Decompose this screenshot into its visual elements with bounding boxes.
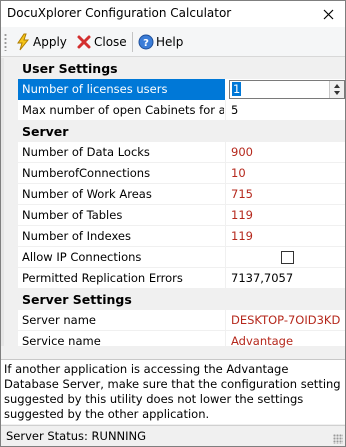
close-button-label: Close bbox=[94, 35, 127, 49]
category-user-settings[interactable]: User Settings bbox=[4, 58, 345, 79]
config-calculator-window: DocuXplorer Configuration Calculator App… bbox=[0, 0, 346, 447]
property-name: Service name bbox=[22, 334, 101, 348]
property-name: Number of Work Areas bbox=[22, 187, 152, 201]
help-button-label: Help bbox=[156, 35, 184, 49]
property-row-connections[interactable]: NumberofConnections 10 bbox=[4, 163, 345, 184]
svg-text:?: ? bbox=[143, 38, 149, 49]
property-name: Number of Data Locks bbox=[22, 145, 150, 159]
property-value[interactable]: 119 bbox=[231, 208, 345, 222]
property-name: Number of Tables bbox=[22, 208, 123, 222]
server-status-text: Server Status: RUNNING bbox=[6, 429, 147, 443]
apply-button-label: Apply bbox=[33, 35, 67, 49]
property-name: Permitted Replication Errors bbox=[22, 271, 183, 285]
property-row-replication-errors[interactable]: Permitted Replication Errors 7137,7057 bbox=[4, 268, 345, 289]
property-row-indexes[interactable]: Number of Indexes 119 bbox=[4, 226, 345, 247]
property-value[interactable]: 7137,7057 bbox=[231, 271, 345, 285]
spin-down-icon[interactable] bbox=[334, 91, 340, 95]
close-button[interactable]: Close bbox=[76, 31, 127, 53]
property-value[interactable]: Advantage bbox=[231, 334, 345, 348]
property-value[interactable]: 5 bbox=[231, 103, 345, 117]
category-server-settings[interactable]: Server Settings bbox=[4, 289, 345, 310]
status-bar: Server Status: RUNNING bbox=[1, 425, 345, 446]
property-grid: User Settings Number of licenses users 1… bbox=[1, 58, 345, 352]
description-panel: If another application is accessing the … bbox=[1, 359, 345, 424]
help-circle-icon: ? bbox=[138, 34, 154, 50]
property-row-licenses[interactable]: Number of licenses users 1 bbox=[4, 79, 345, 100]
property-name: Max number of open Cabinets for a user bbox=[22, 103, 224, 117]
property-value[interactable]: 900 bbox=[231, 145, 345, 159]
property-row-cabinets[interactable]: Max number of open Cabinets for a user 5 bbox=[4, 100, 345, 121]
property-row-work-areas[interactable]: Number of Work Areas 715 bbox=[4, 184, 345, 205]
property-name: Server name bbox=[22, 313, 96, 327]
property-value[interactable]: DESKTOP-7OID3KD bbox=[231, 313, 345, 327]
property-name: NumberofConnections bbox=[22, 166, 151, 180]
category-server[interactable]: Server bbox=[4, 121, 345, 142]
property-row-service-name[interactable]: Service name Advantage bbox=[4, 331, 345, 352]
property-value[interactable]: 119 bbox=[231, 229, 345, 243]
toolbar-separator bbox=[132, 32, 133, 52]
window-close-button[interactable] bbox=[311, 1, 345, 27]
help-button[interactable]: ? Help bbox=[138, 31, 183, 53]
property-value[interactable]: 10 bbox=[231, 166, 345, 180]
category-title: Server bbox=[22, 124, 69, 139]
property-name: Allow IP Connections bbox=[22, 250, 142, 264]
toolbar-grip[interactable] bbox=[4, 33, 7, 51]
licenses-input-value[interactable]: 1 bbox=[232, 82, 242, 96]
apply-button[interactable]: Apply bbox=[15, 31, 67, 53]
property-name: Number of licenses users bbox=[22, 82, 168, 96]
close-icon bbox=[323, 9, 333, 19]
property-row-tables[interactable]: Number of Tables 119 bbox=[4, 205, 345, 226]
category-title: User Settings bbox=[22, 61, 118, 76]
allow-ip-checkbox[interactable] bbox=[281, 251, 294, 264]
category-title: Server Settings bbox=[22, 292, 132, 307]
resize-grip[interactable] bbox=[333, 434, 343, 444]
window-title: DocuXplorer Configuration Calculator bbox=[7, 6, 232, 20]
spin-buttons[interactable] bbox=[329, 81, 344, 98]
description-text: If another application is accessing the … bbox=[4, 362, 341, 421]
red-x-icon bbox=[77, 35, 91, 49]
lightning-icon bbox=[17, 33, 30, 51]
property-row-allow-ip[interactable]: Allow IP Connections bbox=[4, 247, 345, 268]
property-name: Number of Indexes bbox=[22, 229, 131, 243]
spin-up-icon[interactable] bbox=[334, 84, 340, 88]
property-row-data-locks[interactable]: Number of Data Locks 900 bbox=[4, 142, 345, 163]
property-value[interactable]: 715 bbox=[231, 187, 345, 201]
property-row-server-name[interactable]: Server name DESKTOP-7OID3KD bbox=[4, 310, 345, 331]
title-bar: DocuXplorer Configuration Calculator bbox=[1, 1, 345, 27]
toolbar: Apply Close ? Help bbox=[1, 27, 345, 57]
licenses-spin-editor[interactable]: 1 bbox=[229, 80, 345, 99]
